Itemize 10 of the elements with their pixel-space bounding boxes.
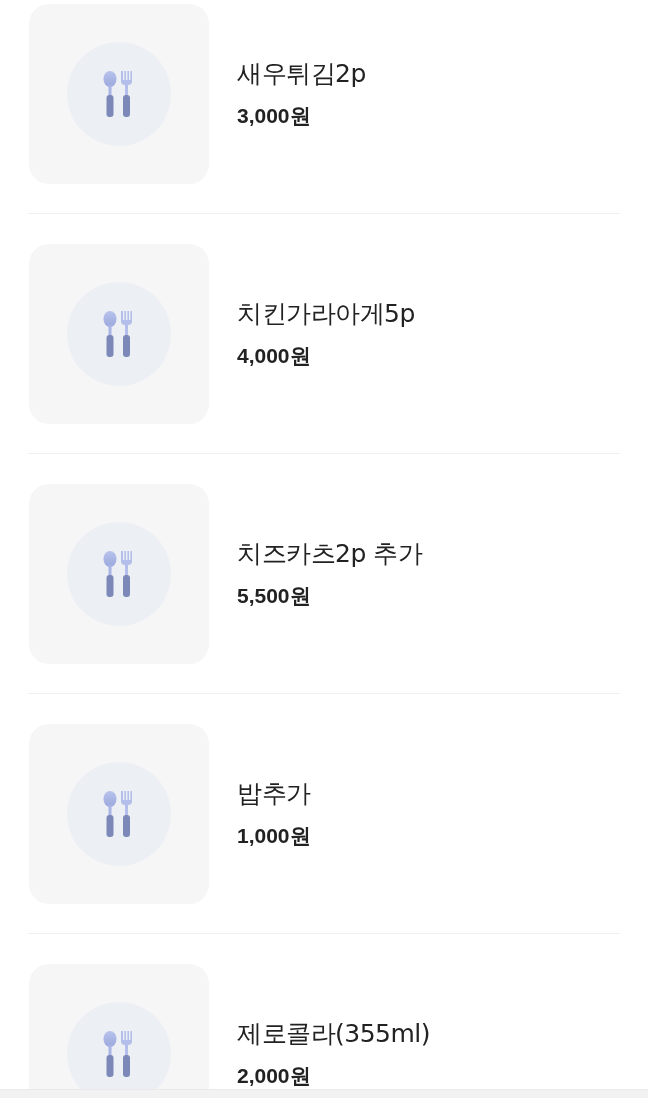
item-name: 치킨가라아게5p [237,297,415,330]
item-price: 5,500원 [237,582,312,609]
item-price: 4,000원 [237,342,312,369]
item-name: 치즈카츠2p 추가 [237,537,423,570]
item-price: 2,000원 [237,1062,312,1089]
item-name: 밥추가 [237,777,311,810]
item-price: 3,000원 [237,102,312,129]
item-name: 새우튀김2p [237,57,366,90]
item-name: 제로콜라(355ml) [237,1017,431,1050]
item-price: 1,000원 [237,822,311,849]
